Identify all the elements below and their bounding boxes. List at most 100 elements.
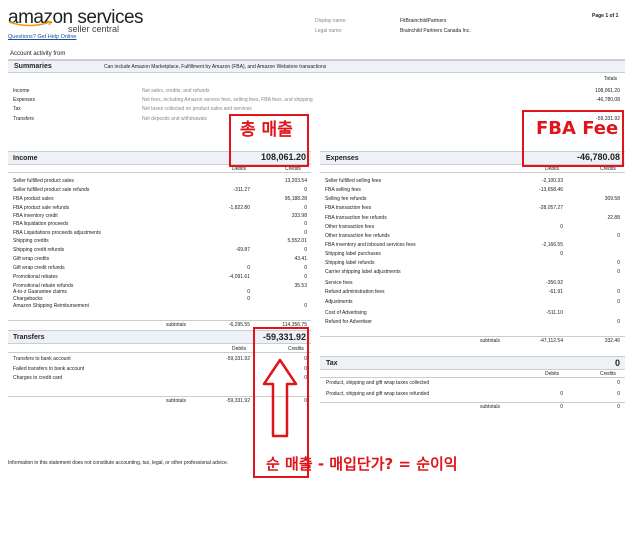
table-row-credit: 35.53 [294,283,307,289]
table-row-label: Cost of Advertising [325,310,367,316]
table-row-label: FBA transaction fee refunds [325,215,387,221]
table-row-label: Adjustments [325,299,353,305]
table-row-debit: -28,057.27 [539,205,563,211]
table-row-label: Gift wrap credits [13,256,50,262]
summary-row-label: Transfers [13,116,34,122]
tax-title: Tax [326,360,338,367]
table-row-debit: -311.27 [233,187,250,193]
legal-name-value: Brainchild Partners Canada Inc. [400,28,471,34]
table-row-label: FBA product sale refunds [13,205,70,211]
summary-row-label: Income [13,88,30,94]
summary-row-description: Net fees, including Amazon service fees,… [142,97,313,103]
table-row-credit: 95,188.28 [284,196,307,202]
table-row-credit: 0 [304,247,307,253]
summaries-title: Summaries [14,63,52,70]
totals-header: Totals [604,76,618,82]
transfers-subtotal-debit: -59,331.92 [226,398,250,404]
table-row-label: Gift wrap credit refunds [13,265,65,271]
table-row-label: Shipping label purchases [325,251,381,257]
table-row-credit: 43.41 [294,256,307,262]
table-row-label: Shipping label refunds [325,260,375,266]
table-row-debit: -356.92 [546,280,563,286]
table-row-debit: 0 [560,391,563,397]
expenses-title: Expenses [326,155,359,162]
table-row-label: Other transaction fee refunds [325,233,390,239]
tax-subtotal-debit: 0 [560,404,563,410]
up-arrow-icon [262,358,298,438]
table-row-debit: -2,100.33 [541,178,563,184]
table-row-debit: 0 [247,265,250,271]
table-row-credit: 0 [617,380,620,386]
table-row-label: FBA inventory credit [13,213,58,219]
display-name-value: FitBrainchildPartners [400,18,447,24]
legal-name-label: Legal name: [315,28,343,34]
page-indicator: Page 1 of 1 [592,13,619,19]
summaries-description: Can include Amazon Marketplace, Fulfillm… [104,64,327,70]
help-link[interactable]: Questions? Get Help Online [8,34,76,40]
table-row-credit: 0 [617,233,620,239]
table-row-credit: 0 [617,391,620,397]
table-row-credit: 0 [304,274,307,280]
table-row-label: Charges to credit card [13,375,63,381]
expenses-subtotal-debit: -47,112.54 [539,338,563,344]
table-row-label: Failed transfers to bank account [13,366,85,372]
table-row-credit: 0 [617,319,620,325]
table-row-label: Shipping credits [13,238,49,244]
table-row-label: Refund administration fees [325,289,385,295]
table-row-label: FBA transaction fees [325,205,372,211]
table-row-label: Other transaction fees [325,224,375,230]
table-row-credit: 0 [304,303,307,309]
table-row-label: Shipping credit refunds [13,247,65,253]
table-row-debit: 0 [247,289,250,295]
tax-subtotals-label: subtotals [480,404,501,410]
table-row-credit: 0 [304,221,307,227]
disclaimer-text: Information in this statement does not c… [8,460,229,466]
table-row-label: Seller fulfilled selling fees [325,178,382,184]
gross-sales-annotation: 총 매출 [240,120,293,140]
table-row-label: Selling fee refunds [325,196,367,202]
table-row-label: FBA product sales [13,196,54,202]
table-row-label: A-to-z Guarantee claims [13,289,67,295]
table-row-debit: -69.87 [235,247,250,253]
table-row-label: Transfers to bank account [13,356,71,362]
table-row-debit: -2,166.55 [541,242,563,248]
summary-row-label: Tax [13,106,21,112]
table-row-label: Chargebacks [13,296,43,302]
table-row-debit: 0 [560,224,563,230]
table-row-debit: -13,658.46 [539,187,563,193]
net-profit-formula-annotation: 순 매출 - 매입단가? = 순이익 [266,455,458,473]
transfers-subtotals-label: subtotals [166,398,187,404]
table-row-label: Product, shipping and gift wrap taxes co… [326,380,430,386]
table-row-label: FBA selling fees [325,187,361,193]
summary-row-total: -46,780.08 [596,97,620,103]
summary-row-description: Net taxes collected on product sales and… [142,106,252,112]
income-subtotals-label: subtotals [166,322,187,328]
income-title: Income [13,155,38,162]
expenses-subtotals-label: subtotals [480,338,501,344]
fba-fee-annotation: FBA Fee [536,118,619,139]
table-row-label: Seller fulfilled product sales [13,178,74,184]
expenses-subtotal-credit: 332.46 [604,338,620,344]
table-row-credit: 0 [304,187,307,193]
table-row-credit: 0 [304,265,307,271]
table-row-credit: 13,203.54 [284,178,307,184]
transfers-title: Transfers [13,334,45,341]
table-row-label: Product, shipping and gift wrap taxes re… [326,391,430,397]
summary-row-label: Expenses [13,97,35,103]
table-row-credit: 0 [617,289,620,295]
table-row-label: Seller fulfilled product sale refunds [13,187,90,193]
tax-subtotal-credit: 0 [617,404,620,410]
table-row-credit: 0 [617,260,620,266]
table-row-debit: 0 [560,251,563,257]
tax-total: 0 [614,358,620,368]
table-row-debit: -511.10 [546,310,563,316]
table-row-label: FBA inventory and inbound services fees [325,242,416,248]
table-row-label: FBA Liquidations proceeds adjustments [13,230,101,236]
amazon-smile-icon [8,20,53,27]
table-row-debit: -61.91 [548,289,563,295]
table-row-debit: 0 [247,296,250,302]
table-row-credit: 22.88 [607,215,620,221]
summary-row-description: Net sales, credits, and refunds [142,88,210,94]
table-row-credit: 0 [304,230,307,236]
table-row-label: FBA liquidation proceeds [13,221,69,227]
